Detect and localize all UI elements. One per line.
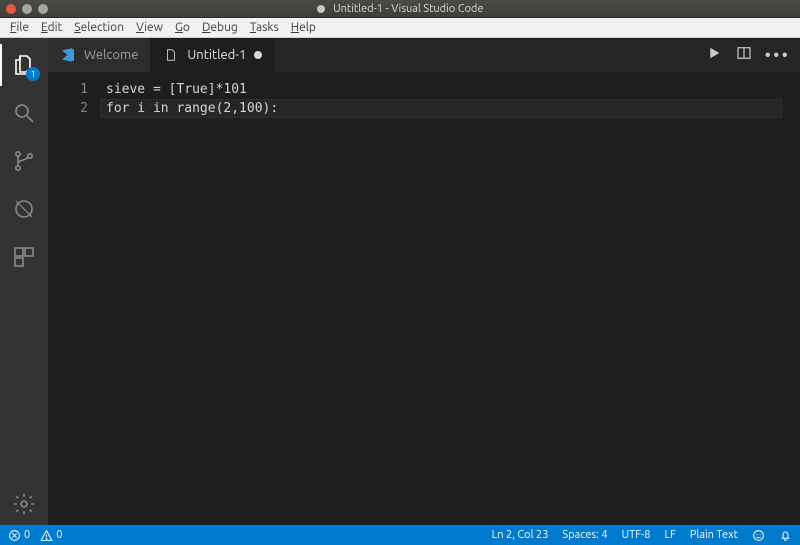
- bell-icon: [779, 529, 792, 542]
- vscode-icon: [60, 47, 76, 63]
- menu-tasks[interactable]: Tasks: [244, 21, 285, 34]
- status-language[interactable]: Plain Text: [690, 529, 738, 541]
- error-icon: [8, 529, 21, 542]
- window-modified-indicator: [317, 5, 325, 13]
- menu-edit[interactable]: Edit: [35, 21, 68, 34]
- tab-untitled[interactable]: Untitled-1: [151, 38, 275, 72]
- activity-explorer[interactable]: 1: [0, 44, 48, 86]
- window-minimize-button[interactable]: [22, 4, 32, 14]
- extensions-icon: [12, 245, 36, 269]
- activity-debug[interactable]: [0, 188, 48, 230]
- activity-source-control[interactable]: [0, 140, 48, 182]
- code-editor[interactable]: sieve = [True]*101 for i in range(2,100)…: [100, 72, 792, 525]
- os-titlebar: Untitled-1 - Visual Studio Code: [0, 0, 800, 18]
- status-errors[interactable]: 0: [8, 529, 30, 542]
- status-eol[interactable]: LF: [664, 529, 675, 541]
- window-maximize-button[interactable]: [38, 4, 48, 14]
- bug-icon: [12, 197, 36, 221]
- minimap[interactable]: [792, 72, 800, 525]
- status-ln-col[interactable]: Ln 2, Col 23: [492, 529, 549, 541]
- menubar: File Edit Selection View Go Debug Tasks …: [0, 18, 800, 38]
- search-icon: [12, 101, 36, 125]
- status-warnings[interactable]: 0: [40, 529, 62, 542]
- window-title: Untitled-1 - Visual Studio Code: [333, 3, 483, 15]
- explorer-badge: 1: [26, 67, 40, 81]
- code-line: for i in range(2,100):: [106, 99, 792, 118]
- smiley-icon: [752, 529, 765, 542]
- status-feedback[interactable]: [752, 529, 765, 542]
- branch-icon: [12, 149, 36, 173]
- menu-go[interactable]: Go: [169, 21, 196, 34]
- activity-search[interactable]: [0, 92, 48, 134]
- menu-file[interactable]: File: [4, 21, 35, 34]
- file-icon: [163, 47, 179, 63]
- warning-icon: [40, 529, 53, 542]
- line-number: 1: [48, 80, 88, 99]
- menu-help[interactable]: Help: [285, 21, 322, 34]
- split-editor-button[interactable]: [735, 44, 753, 66]
- tab-welcome[interactable]: Welcome: [48, 38, 151, 72]
- editor-more-button[interactable]: •••: [765, 46, 790, 64]
- tab-untitled-label: Untitled-1: [187, 48, 246, 62]
- status-encoding[interactable]: UTF-8: [622, 529, 651, 541]
- code-line: sieve = [True]*101: [106, 80, 792, 99]
- status-spaces[interactable]: Spaces: 4: [562, 529, 607, 541]
- tab-dirty-indicator: [254, 51, 262, 59]
- tab-welcome-label: Welcome: [84, 48, 138, 62]
- activity-settings[interactable]: [0, 483, 48, 525]
- line-number-gutter: 1 2: [48, 72, 100, 525]
- gear-icon: [12, 492, 36, 516]
- run-button[interactable]: [705, 44, 723, 66]
- activity-bar: 1: [0, 38, 48, 525]
- status-bar: 0 0 Ln 2, Col 23 Spaces: 4 UTF-8 LF Plai…: [0, 525, 800, 545]
- menu-selection[interactable]: Selection: [68, 21, 130, 34]
- tab-bar: Welcome Untitled-1 •••: [48, 38, 800, 72]
- window-close-button[interactable]: [6, 4, 16, 14]
- line-number: 2: [48, 99, 88, 118]
- menu-view[interactable]: View: [130, 21, 169, 34]
- status-notifications[interactable]: [779, 529, 792, 542]
- menu-debug[interactable]: Debug: [196, 21, 244, 34]
- activity-extensions[interactable]: [0, 236, 48, 278]
